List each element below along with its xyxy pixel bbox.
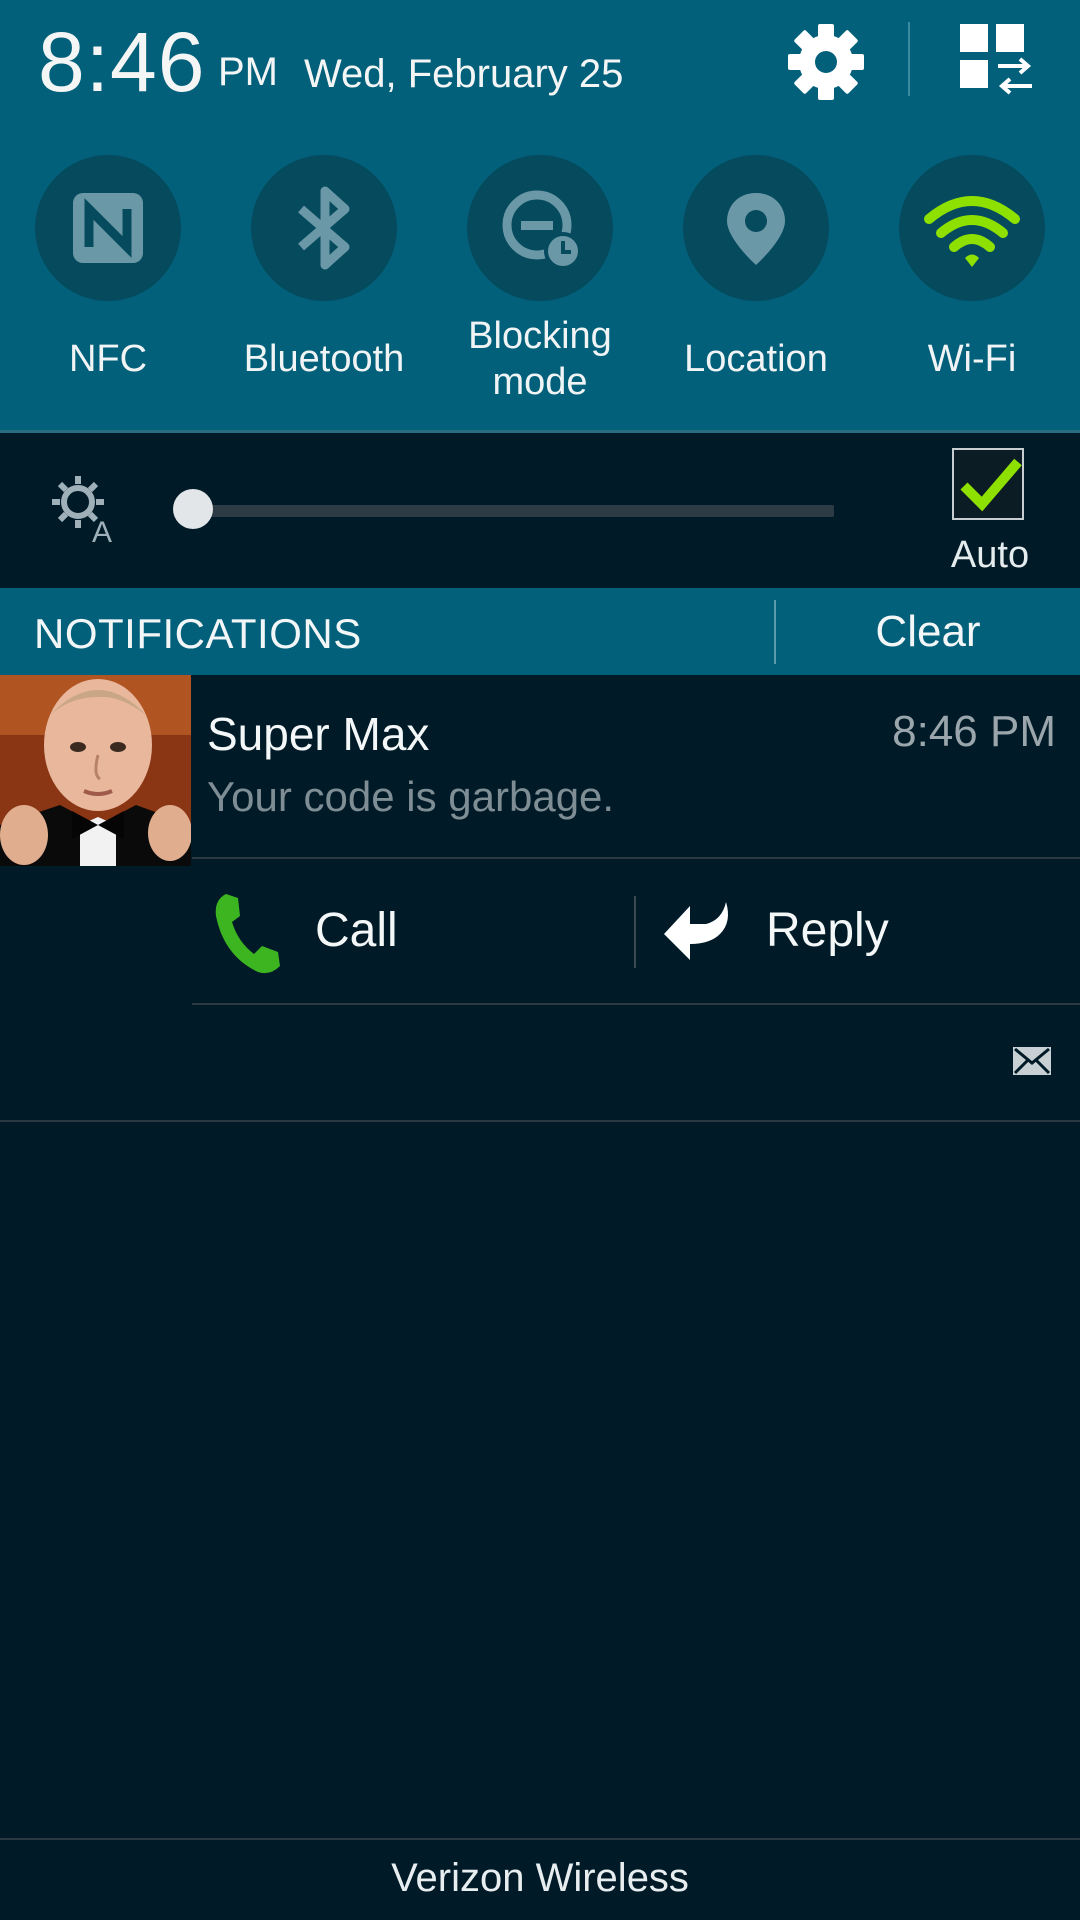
contact-photo (0, 675, 191, 866)
svg-text:A: A (92, 516, 112, 546)
wifi-icon (924, 196, 1020, 267)
brightness-slider-track[interactable] (192, 505, 834, 517)
notifications-title: NOTIFICATIONS (34, 610, 362, 657)
checkmark-icon (960, 458, 1022, 512)
bluetooth-icon (298, 186, 350, 270)
notification-actions-divider (192, 1003, 1080, 1005)
location-pin-icon (727, 193, 785, 265)
auto-brightness-label: Auto (950, 534, 1030, 576)
call-label: Call (315, 904, 398, 957)
toggle-nfc[interactable] (35, 155, 181, 301)
toggle-bluetooth[interactable] (251, 155, 397, 301)
toggle-label-bluetooth: Bluetooth (243, 338, 405, 380)
brightness-slider-handle[interactable] (173, 489, 213, 529)
header-divider (908, 22, 910, 96)
edit-quick-settings-icon[interactable] (958, 22, 1034, 98)
notification-message: Your code is garbage. (207, 773, 615, 820)
toggle-label-nfc: NFC (68, 338, 148, 380)
toggle-label-location: Location (684, 338, 828, 380)
date-text: Wed, February 25 (304, 52, 624, 96)
clear-notifications-button[interactable]: Clear (776, 588, 1080, 675)
toggle-label-blocking-mode: Blocking mode (468, 315, 612, 403)
auto-brightness-icon: A (52, 476, 112, 546)
reply-label: Reply (766, 904, 889, 957)
avatar (0, 675, 191, 866)
toggle-label-wifi: Wi-Fi (927, 338, 1017, 380)
carrier-divider (0, 1838, 1080, 1840)
reply-icon (664, 902, 728, 960)
notification-card-bottom-border (0, 1120, 1080, 1122)
clock-time: 8:46 (38, 15, 206, 109)
message-envelope-icon (1013, 1047, 1051, 1075)
phone-icon (215, 894, 280, 974)
notification-time: 8:46 PM (892, 707, 1056, 756)
auto-brightness-checkbox[interactable] (952, 448, 1024, 520)
notification-divider (192, 857, 1080, 859)
settings-gear-icon[interactable] (784, 20, 868, 104)
toggle-location[interactable] (683, 155, 829, 301)
clock-ampm: PM (218, 50, 278, 94)
notification-sender: Super Max (207, 708, 430, 760)
carrier-label: Verizon Wireless (391, 1856, 689, 1900)
toggle-blocking-mode[interactable] (467, 155, 613, 301)
toggle-wifi[interactable] (899, 155, 1045, 301)
nfc-icon (73, 193, 143, 263)
blocking-mode-icon (502, 190, 582, 270)
